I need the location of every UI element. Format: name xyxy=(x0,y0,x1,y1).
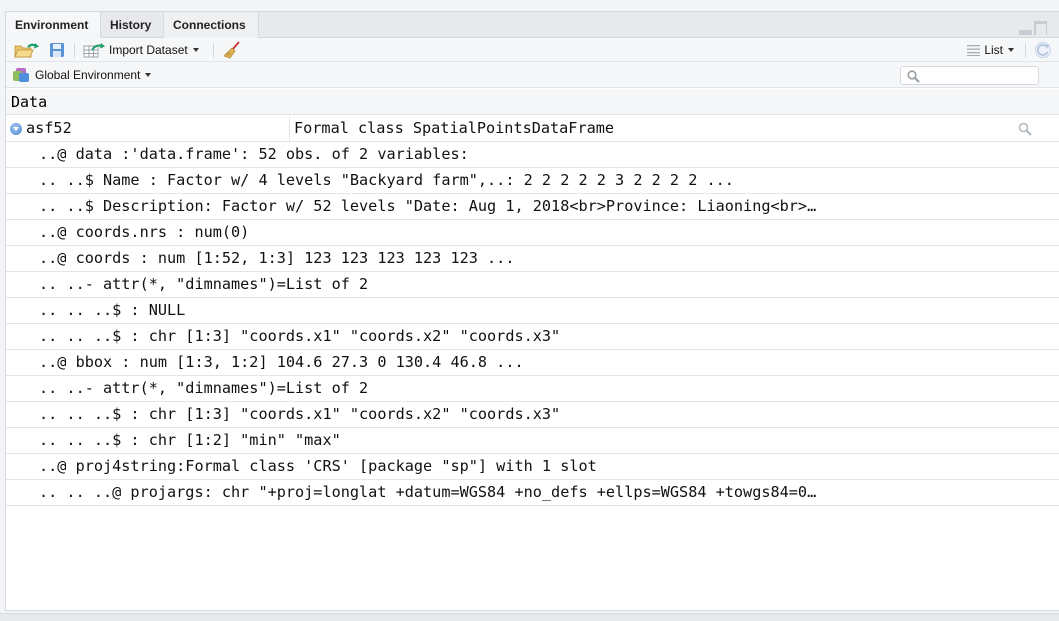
environment-search-input[interactable] xyxy=(901,67,1038,84)
detail-text: .. ..- attr(*, "dimnames")=List of 2 xyxy=(39,379,369,397)
environment-search[interactable] xyxy=(900,66,1039,85)
detail-text: ..@ coords.nrs : num(0) xyxy=(39,223,250,241)
environment-toolbar: Import Dataset List xyxy=(6,38,1059,62)
refresh-icon xyxy=(1035,42,1051,58)
maximize-pane-icon[interactable] xyxy=(1034,21,1047,35)
object-row[interactable]: asf52 Formal class SpatialPointsDataFram… xyxy=(6,116,1059,142)
list-lines-icon xyxy=(967,45,981,56)
object-detail-row: .. .. ..@ projargs: chr "+proj=longlat +… xyxy=(6,480,1059,506)
import-dataset-label: Import Dataset xyxy=(109,43,188,57)
detail-text: .. ..$ Description: Factor w/ 52 levels … xyxy=(39,197,817,215)
broom-icon xyxy=(223,41,240,59)
object-detail-row: .. ..$ Name : Factor w/ 4 levels "Backya… xyxy=(6,168,1059,194)
pane-window-controls xyxy=(1019,20,1047,35)
chevron-down-icon xyxy=(145,73,152,77)
environment-pane: Environment History Connections Import D… xyxy=(5,11,1059,611)
tab-history[interactable]: History xyxy=(101,12,164,38)
object-detail-row: ..@ coords : num [1:52, 1:3] 123 123 123… xyxy=(6,246,1059,272)
detail-text: .. ..- attr(*, "dimnames")=List of 2 xyxy=(39,275,369,293)
environment-selector-bar: Global Environment xyxy=(6,62,1059,88)
detail-text: ..@ proj4string:Formal class 'CRS' [pack… xyxy=(39,457,597,475)
view-mode-dropdown[interactable]: List xyxy=(967,41,1014,59)
save-workspace-button[interactable] xyxy=(49,41,65,59)
object-detail-row: ..@ coords.nrs : num(0) xyxy=(6,220,1059,246)
refresh-button[interactable] xyxy=(1034,41,1052,59)
detail-text: .. .. ..$ : NULL xyxy=(39,301,186,319)
object-detail-row: ..@ data :'data.frame': 52 obs. of 2 var… xyxy=(6,142,1059,168)
tab-connections[interactable]: Connections xyxy=(164,12,259,38)
object-detail-row: .. .. ..$ : chr [1:2] "min" "max" xyxy=(6,428,1059,454)
toolbar-separator xyxy=(1025,43,1026,58)
import-table-icon xyxy=(83,43,105,58)
chevron-down-icon xyxy=(1008,48,1014,52)
environment-dropdown[interactable]: Global Environment xyxy=(12,66,152,84)
tab-environment[interactable]: Environment xyxy=(6,12,101,39)
detail-text: .. .. ..$ : chr [1:3] "coords.x1" "coord… xyxy=(39,327,561,345)
object-value: Formal class SpatialPointsDataFrame xyxy=(289,116,614,141)
environment-object-list: asf52 Formal class SpatialPointsDataFram… xyxy=(6,116,1059,506)
folder-open-arrow-icon xyxy=(14,43,39,58)
detail-text: .. .. ..$ : chr [1:3] "coords.x1" "coord… xyxy=(39,405,561,423)
clear-workspace-button[interactable] xyxy=(223,41,241,59)
import-dataset-button[interactable]: Import Dataset xyxy=(83,41,199,59)
view-mode-label: List xyxy=(984,43,1003,57)
environment-label: Global Environment xyxy=(35,68,141,82)
section-header-data: Data xyxy=(6,89,1059,115)
detail-text: .. ..$ Name : Factor w/ 4 levels "Backya… xyxy=(39,171,734,189)
minimize-pane-icon[interactable] xyxy=(1019,30,1032,35)
object-detail-row: .. ..- attr(*, "dimnames")=List of 2 xyxy=(6,376,1059,402)
object-detail-row: .. ..- attr(*, "dimnames")=List of 2 xyxy=(6,272,1059,298)
toolbar-separator xyxy=(213,43,214,58)
object-detail-row: .. .. ..$ : chr [1:3] "coords.x1" "coord… xyxy=(6,324,1059,350)
object-name: asf52 xyxy=(26,119,72,137)
load-workspace-button[interactable] xyxy=(14,41,40,59)
pane-bottom-edge xyxy=(0,613,1059,621)
object-detail-row: .. .. ..$ : chr [1:3] "coords.x1" "coord… xyxy=(6,402,1059,428)
collapse-object-icon[interactable] xyxy=(10,123,22,135)
empty-list-area xyxy=(6,506,1059,610)
view-data-icon[interactable] xyxy=(1018,122,1032,136)
detail-text: ..@ coords : num [1:52, 1:3] 123 123 123… xyxy=(39,249,515,267)
detail-text: ..@ data :'data.frame': 52 obs. of 2 var… xyxy=(39,145,469,163)
object-detail-row: ..@ bbox : num [1:3, 1:2] 104.6 27.3 0 1… xyxy=(6,350,1059,376)
chevron-down-icon xyxy=(192,48,199,52)
detail-text: .. .. ..$ : chr [1:2] "min" "max" xyxy=(39,431,341,449)
floppy-disk-icon xyxy=(50,43,64,57)
environment-cubes-icon xyxy=(13,68,29,82)
object-detail-row: .. .. ..$ : NULL xyxy=(6,298,1059,324)
object-detail-row: ..@ proj4string:Formal class 'CRS' [pack… xyxy=(6,454,1059,480)
tab-bar: Environment History Connections xyxy=(6,12,1059,39)
detail-text: .. .. ..@ projargs: chr "+proj=longlat +… xyxy=(39,483,817,501)
detail-text: ..@ bbox : num [1:3, 1:2] 104.6 27.3 0 1… xyxy=(39,353,524,371)
toolbar-separator xyxy=(74,43,75,58)
search-icon xyxy=(907,70,920,83)
object-detail-row: .. ..$ Description: Factor w/ 52 levels … xyxy=(6,194,1059,220)
